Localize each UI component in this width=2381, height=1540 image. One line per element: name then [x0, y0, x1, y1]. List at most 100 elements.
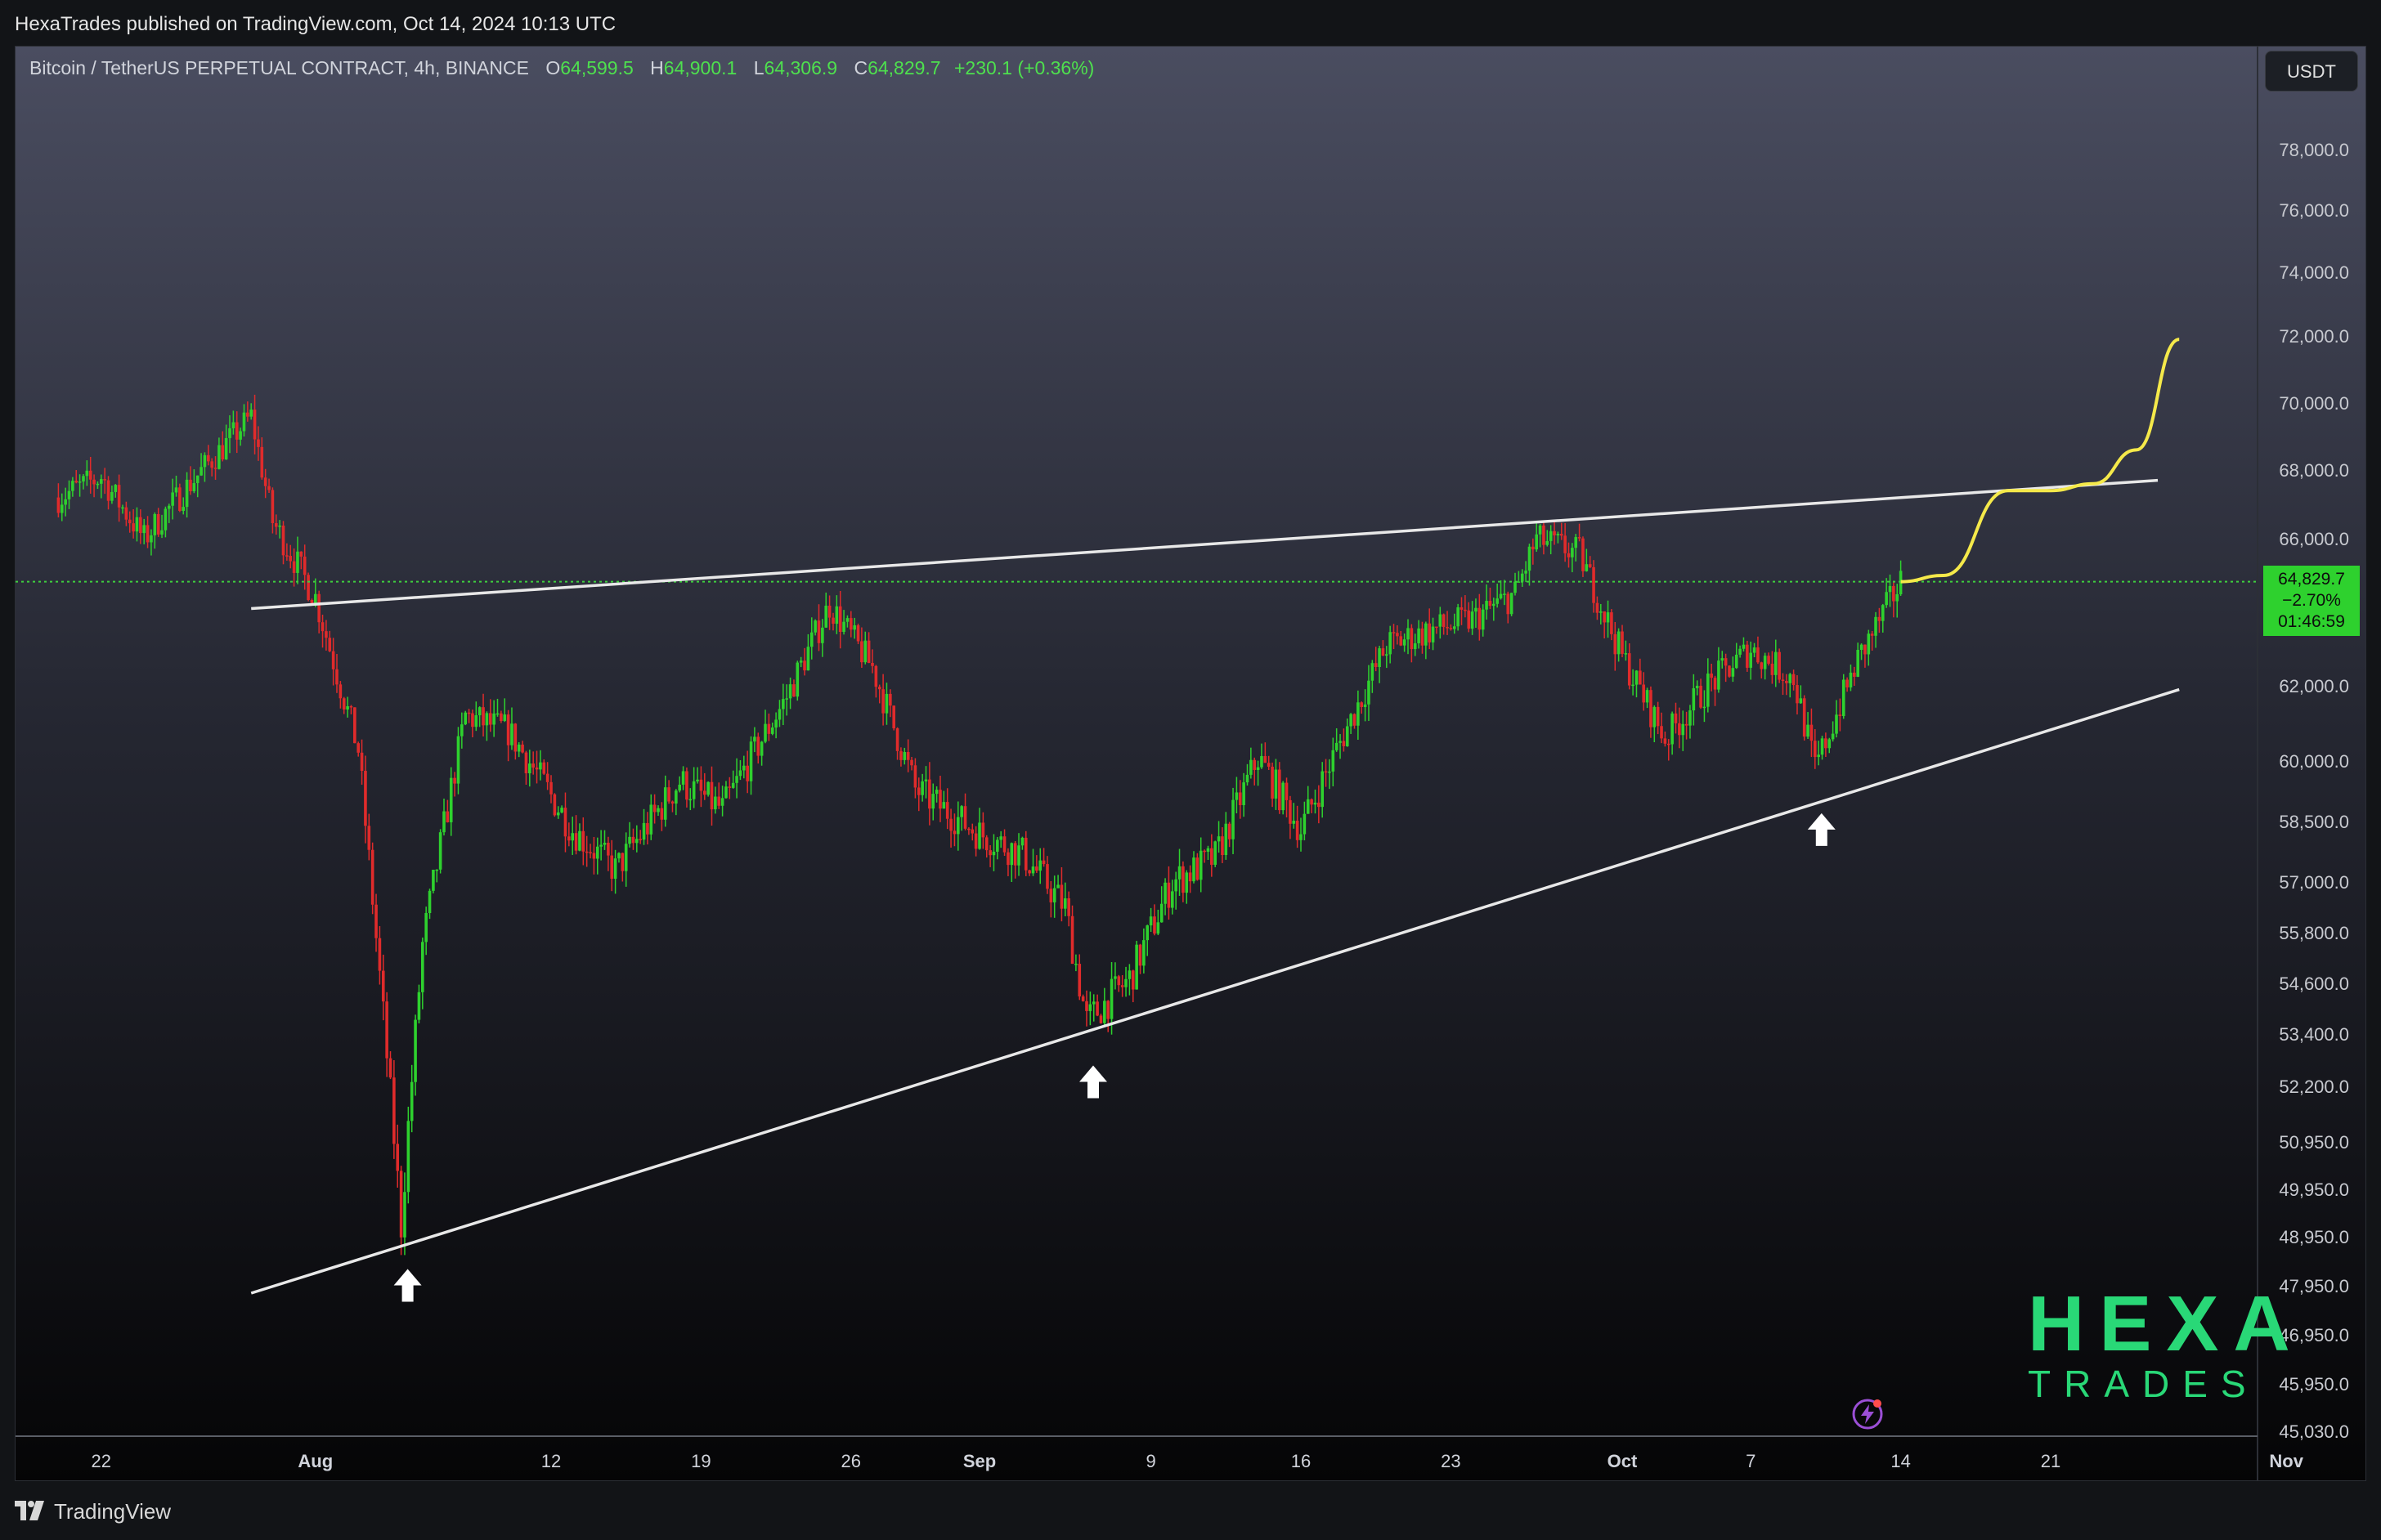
- candle-body: [742, 765, 746, 771]
- candle-body: [399, 1171, 403, 1238]
- candle-body: [1781, 679, 1785, 681]
- candle-body: [1520, 573, 1524, 582]
- candle-body: [142, 525, 146, 534]
- candle-body: [110, 491, 114, 501]
- candle-body: [1078, 964, 1082, 997]
- chart-frame[interactable]: 78,000.0 76,000.0 74,000.0 72,000.0 70,000.0…: [15, 46, 2366, 1481]
- candle-body: [1378, 648, 1381, 668]
- candle-body: [378, 938, 382, 971]
- candle-body: [346, 705, 349, 710]
- candle-body: [1563, 535, 1567, 553]
- candle-body: [778, 709, 782, 720]
- candle-body: [1538, 525, 1542, 535]
- candle-body: [1067, 898, 1070, 916]
- candle-body: [164, 508, 168, 530]
- candle-body: [285, 555, 289, 557]
- candle-body: [1171, 891, 1174, 908]
- candle-body: [1763, 656, 1767, 669]
- candle-body: [1481, 609, 1485, 630]
- tradingview-logo-icon[interactable]: [15, 1501, 47, 1520]
- candle-body: [1013, 843, 1017, 866]
- candle-body: [456, 736, 460, 784]
- candle-body: [1056, 884, 1060, 889]
- candle-body: [770, 727, 774, 734]
- candle-body: [1185, 872, 1189, 893]
- candle-body: [1738, 648, 1742, 655]
- currency-button[interactable]: USDT: [2265, 51, 2358, 92]
- chart-background: [16, 47, 2365, 1480]
- candle-body: [1841, 679, 1845, 717]
- candle-body: [1585, 564, 1589, 571]
- candle-body: [710, 781, 714, 810]
- candle-body: [867, 640, 871, 663]
- tradingview-brand[interactable]: TradingView: [54, 1499, 171, 1524]
- candle-body: [207, 454, 210, 462]
- candle-body: [578, 830, 581, 851]
- candle-body: [67, 490, 71, 499]
- candle-body: [728, 786, 732, 788]
- candle-body: [553, 794, 557, 816]
- candle-body: [146, 525, 150, 543]
- candle-body: [1024, 837, 1028, 871]
- price-chart[interactable]: 78,000.0 76,000.0 74,000.0 72,000.0 70,000.0…: [16, 47, 2366, 1481]
- candle-body: [1577, 537, 1581, 539]
- candle-body: [621, 853, 625, 871]
- candle-body: [1224, 823, 1228, 856]
- candle-body: [1385, 654, 1388, 656]
- candle-body: [1360, 702, 1364, 707]
- candle-body: [1295, 821, 1299, 840]
- candle-body: [817, 620, 821, 643]
- candle-body: [652, 804, 657, 813]
- candle-body: [675, 790, 678, 804]
- candle-body: [692, 781, 696, 799]
- candle-body: [385, 1001, 388, 1059]
- candle-body: [1420, 628, 1424, 646]
- close-label: C: [854, 57, 868, 78]
- candle-body: [1835, 714, 1838, 734]
- candle-body: [278, 525, 281, 527]
- candle-body: [589, 852, 592, 853]
- candle-body: [1477, 607, 1482, 630]
- candle-body: [535, 768, 539, 770]
- candle-body: [1402, 639, 1406, 646]
- low-value: 64,306.9: [764, 57, 838, 78]
- candle-body: [64, 499, 67, 505]
- lightning-icon[interactable]: [1851, 1398, 1884, 1430]
- time-axis-label: 16: [1291, 1451, 1311, 1471]
- candle-body: [1713, 678, 1717, 690]
- candle-body: [624, 844, 628, 871]
- candle-body: [749, 741, 753, 781]
- candle-body: [246, 412, 249, 417]
- candle-body: [1002, 836, 1007, 853]
- candle-body: [581, 830, 585, 852]
- time-axis-label: Sep: [963, 1451, 996, 1471]
- candle-body: [1892, 585, 1895, 602]
- candle-body: [931, 794, 935, 809]
- candle-body: [1642, 684, 1645, 703]
- candle-body: [610, 855, 614, 880]
- candle-body: [271, 490, 275, 524]
- candle-body: [974, 833, 978, 849]
- candle-body: [756, 736, 760, 756]
- candle-body: [1773, 651, 1778, 675]
- candle-body: [460, 724, 464, 736]
- price-axis-label: 57,000.0: [2279, 872, 2349, 893]
- candle-body: [103, 479, 106, 481]
- candle-body: [785, 698, 788, 700]
- high-label: H: [650, 57, 664, 78]
- candle-body: [356, 743, 360, 753]
- candle-body: [495, 713, 500, 715]
- candle-body: [1399, 636, 1403, 646]
- candle-body: [1809, 724, 1814, 741]
- candle-body: [845, 618, 850, 622]
- candle-body: [517, 744, 521, 752]
- candle-body: [1114, 976, 1117, 979]
- candle-body: [1388, 632, 1392, 655]
- price-axis-label: 62,000.0: [2279, 676, 2349, 696]
- candle-body: [1888, 585, 1892, 593]
- candle-body: [231, 422, 235, 428]
- candle-body: [263, 477, 267, 486]
- candle-body: [1321, 771, 1324, 808]
- candle-body: [699, 779, 703, 791]
- candle-body: [510, 723, 513, 745]
